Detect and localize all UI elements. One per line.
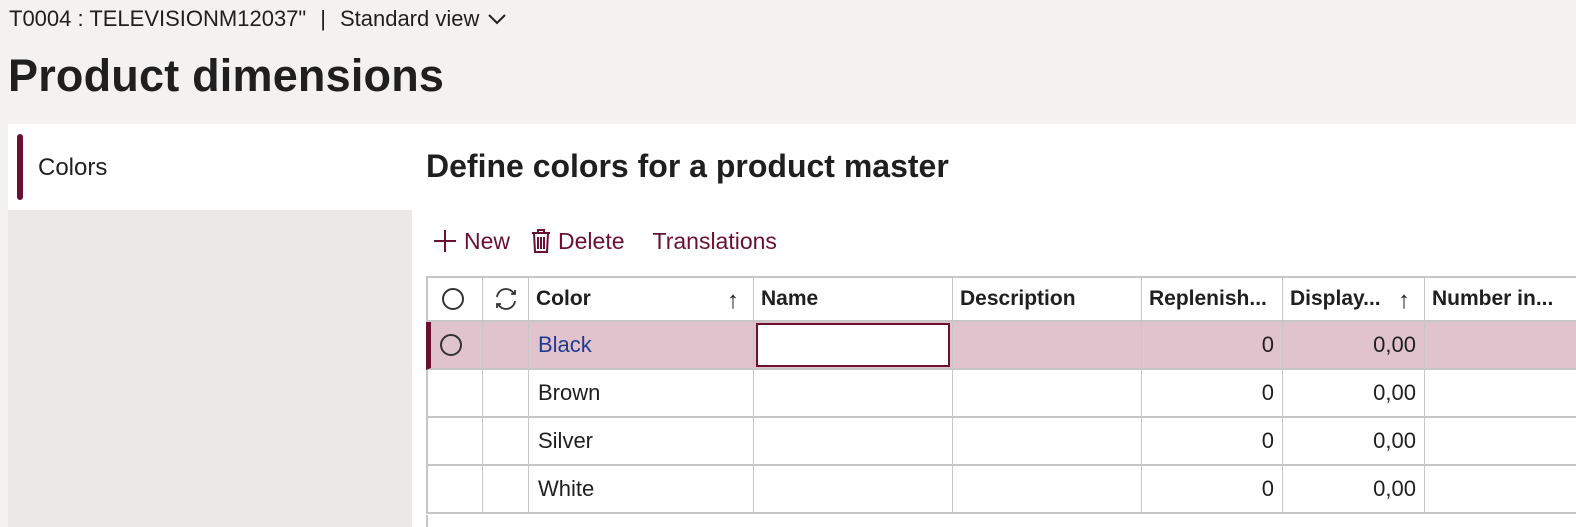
name-input[interactable]	[756, 323, 950, 367]
sort-ascending-icon: ↑	[1398, 287, 1410, 314]
column-header-description[interactable]: Description	[953, 278, 1142, 320]
nav-panel: Colors	[8, 124, 412, 527]
display-cell[interactable]: 0,00	[1283, 370, 1425, 416]
grid-header: Color ↑ Name Description Replenish... Di…	[426, 276, 1576, 322]
column-header-color-label: Color	[536, 287, 591, 310]
number-cell[interactable]	[1425, 370, 1576, 416]
color-cell[interactable]: White	[529, 466, 754, 512]
chevron-down-icon	[488, 14, 507, 25]
selected-indicator	[17, 134, 23, 200]
view-selector-label: Standard view	[339, 6, 480, 31]
table-row[interactable]: Brown 0 0,00	[426, 370, 1576, 418]
column-header-number-label: Number in...	[1432, 287, 1554, 310]
colors-grid: Color ↑ Name Description Replenish... Di…	[426, 276, 1576, 527]
select-all-cell[interactable]	[426, 278, 483, 320]
number-cell[interactable]	[1425, 322, 1576, 368]
display-cell[interactable]: 0,00	[1283, 466, 1425, 512]
description-cell[interactable]	[953, 418, 1142, 464]
replenish-cell[interactable]: 0	[1142, 466, 1283, 512]
name-cell[interactable]	[754, 418, 953, 464]
grid-footer-area	[426, 515, 1576, 527]
row-status-cell	[483, 322, 529, 368]
header-separator: |	[320, 6, 326, 31]
trash-icon	[532, 229, 551, 253]
display-cell[interactable]: 0,00	[1283, 322, 1425, 368]
name-cell[interactable]	[754, 370, 953, 416]
description-cell[interactable]	[953, 466, 1142, 512]
replenish-cell[interactable]: 0	[1142, 322, 1283, 368]
delete-button[interactable]: Delete	[530, 227, 625, 255]
nav-item-colors[interactable]: Colors	[8, 124, 412, 210]
translations-button[interactable]: Translations	[653, 228, 777, 255]
description-cell[interactable]	[953, 322, 1142, 368]
sort-ascending-icon: ↑	[727, 287, 739, 314]
translations-button-label: Translations	[652, 227, 777, 254]
delete-button-label: Delete	[558, 227, 625, 254]
row-status-cell	[483, 466, 529, 512]
column-header-name[interactable]: Name	[754, 278, 953, 320]
number-cell[interactable]	[1425, 418, 1576, 464]
row-select-cell[interactable]	[426, 370, 483, 416]
breadcrumb: T0004 : TELEVISIONM12037" | Standard vie…	[9, 4, 507, 34]
column-header-number[interactable]: Number in...	[1425, 278, 1576, 320]
table-row[interactable]: Black 0 0,00	[426, 322, 1576, 370]
row-select-radio-icon[interactable]	[440, 334, 462, 356]
section-title: Define colors for a product master	[426, 148, 949, 184]
column-header-replenish-label: Replenish...	[1149, 287, 1267, 310]
refresh-cell[interactable]	[483, 278, 529, 320]
page-title: Product dimensions	[8, 50, 445, 101]
name-cell[interactable]	[754, 322, 953, 368]
view-selector[interactable]: Standard view	[340, 6, 507, 32]
new-button[interactable]: New	[432, 228, 510, 255]
color-cell[interactable]: Brown	[529, 370, 754, 416]
color-cell[interactable]: Silver	[529, 418, 754, 464]
table-row[interactable]: White 0 0,00	[426, 466, 1576, 514]
display-cell[interactable]: 0,00	[1283, 418, 1425, 464]
table-row[interactable]: Silver 0 0,00	[426, 418, 1576, 466]
column-header-color[interactable]: Color ↑	[529, 278, 754, 320]
replenish-cell[interactable]: 0	[1142, 370, 1283, 416]
action-toolbar: New Delete Translations	[432, 224, 777, 258]
refresh-icon[interactable]	[493, 286, 519, 312]
row-select-cell[interactable]	[426, 418, 483, 464]
new-button-label: New	[464, 227, 511, 254]
row-status-cell	[483, 370, 529, 416]
nav-item-label: Colors	[38, 154, 108, 181]
row-status-cell	[483, 418, 529, 464]
row-select-cell[interactable]	[426, 322, 483, 368]
column-header-replenish[interactable]: Replenish...	[1142, 278, 1283, 320]
number-cell[interactable]	[1425, 466, 1576, 512]
column-header-display[interactable]: Display... ↑	[1283, 278, 1425, 320]
column-header-description-label: Description	[960, 287, 1076, 310]
select-all-radio-icon[interactable]	[442, 288, 464, 310]
name-cell[interactable]	[754, 466, 953, 512]
record-identifier: T0004 : TELEVISIONM12037"	[9, 6, 307, 31]
row-select-cell[interactable]	[426, 466, 483, 512]
column-header-display-label: Display...	[1290, 287, 1381, 310]
description-cell[interactable]	[953, 370, 1142, 416]
main-content: Define colors for a product master New D…	[412, 124, 1576, 527]
color-cell[interactable]: Black	[529, 322, 754, 368]
replenish-cell[interactable]: 0	[1142, 418, 1283, 464]
plus-icon	[434, 230, 456, 252]
column-header-name-label: Name	[761, 287, 819, 310]
